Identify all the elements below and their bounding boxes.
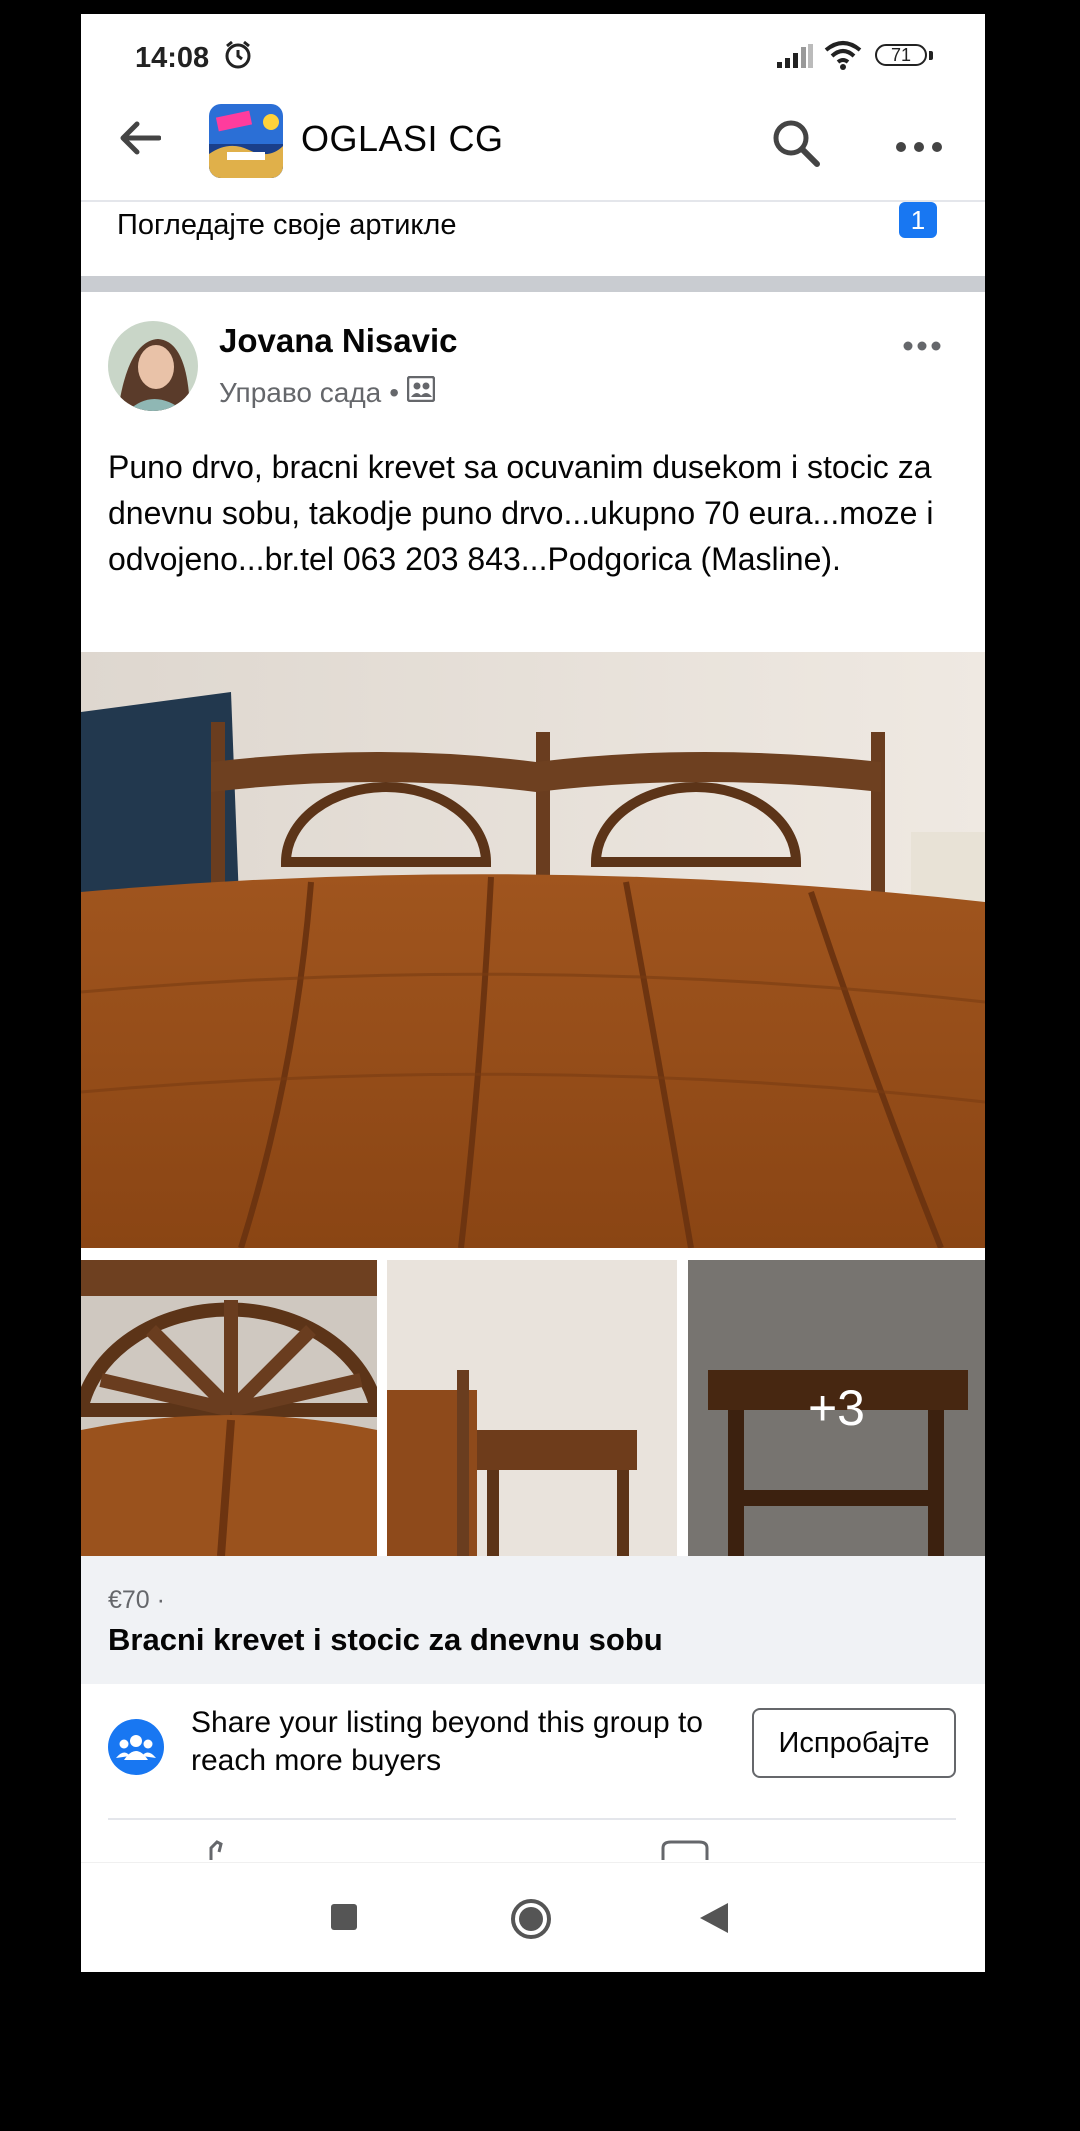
post-photo-thumb-1[interactable] <box>81 1260 386 1557</box>
post-photo-main[interactable] <box>81 652 985 1250</box>
status-time: 14:08 <box>135 42 210 74</box>
listing-card[interactable] <box>81 1556 985 1684</box>
group-name[interactable]: OGLASI CG <box>301 118 504 160</box>
post-author[interactable]: Jovana Nisavic <box>219 322 457 360</box>
post-body: Puno drvo, bracni krevet sa ocuvanim dus… <box>108 449 934 577</box>
like-icon[interactable] <box>201 1840 331 1860</box>
group-logo[interactable] <box>209 104 283 178</box>
post-photo-thumb-2[interactable] <box>387 1260 677 1556</box>
group-members-icon <box>406 375 436 409</box>
battery-icon: 71 <box>875 44 927 66</box>
battery-level: 71 <box>890 44 912 65</box>
section-separator <box>81 276 985 292</box>
try-button[interactable]: Испробајте <box>752 1708 956 1778</box>
signal-icon <box>777 44 813 73</box>
more-options-icon[interactable] <box>895 140 943 158</box>
header-divider <box>81 200 985 202</box>
actions-divider <box>108 1818 956 1820</box>
comment-icon[interactable] <box>661 1840 761 1860</box>
avatar[interactable] <box>108 321 198 411</box>
recent-apps-icon[interactable] <box>331 1904 357 1930</box>
nav-back-icon[interactable] <box>698 1901 730 1940</box>
wifi-icon <box>824 40 862 75</box>
post-meta: Управо сада • <box>219 375 436 409</box>
home-icon[interactable] <box>510 1898 552 1945</box>
meta-dot: • <box>389 376 400 408</box>
listing-price: €70 · <box>108 1586 165 1614</box>
items-count-badge: 1 <box>899 202 937 238</box>
see-your-items-link[interactable]: Погледајте своје артикле <box>117 209 456 242</box>
back-arrow-icon[interactable] <box>119 120 162 161</box>
battery-tip <box>929 51 933 60</box>
post-options-icon[interactable] <box>903 338 941 356</box>
alarm-icon <box>223 40 253 75</box>
more-photos-count[interactable]: +3 <box>688 1260 985 1556</box>
search-icon[interactable] <box>771 118 821 173</box>
listing-title[interactable]: Bracni krevet i stocic za dnevnu sobu <box>108 1622 663 1658</box>
group-share-icon <box>108 1719 164 1775</box>
phone-screen: 14:08 71 OGLASI CG Погледајте своје арти… <box>81 14 985 1972</box>
share-listing-text: Share your listing beyond this group to … <box>191 1706 703 1777</box>
post-time[interactable]: Управо сада <box>219 377 381 409</box>
